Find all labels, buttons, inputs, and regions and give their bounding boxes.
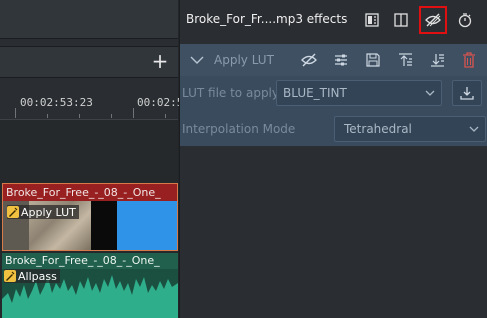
clip-effect-label: Allpass bbox=[18, 269, 57, 283]
timer-icon bbox=[458, 13, 472, 28]
effect-item-apply-lut: Apply LUT LUT file to apply BLUE_TINT In… bbox=[180, 44, 487, 146]
effect-enable-toggle[interactable] bbox=[298, 50, 320, 70]
effect-badge-icon bbox=[4, 270, 16, 282]
ruler-tick bbox=[79, 114, 80, 118]
effect-name: Apply LUT bbox=[214, 53, 274, 67]
effect-badge-icon bbox=[7, 206, 19, 218]
effect-move-down-button[interactable] bbox=[426, 50, 448, 70]
disable-effects-icon bbox=[425, 13, 441, 27]
lut-file-select[interactable]: BLUE_TINT bbox=[276, 80, 442, 106]
chevron-down-icon[interactable] bbox=[190, 53, 204, 67]
lut-load-button[interactable] bbox=[452, 80, 482, 106]
effect-move-up-button[interactable] bbox=[394, 50, 416, 70]
ruler-timecode: 00:02:53:23 bbox=[20, 96, 93, 109]
timeline-ruler[interactable]: 00:02:53:23 00:02:5 bbox=[0, 80, 183, 118]
plus-icon[interactable]: + bbox=[148, 48, 172, 74]
interpolation-mode-label: Interpolation Mode bbox=[182, 122, 296, 136]
interpolation-mode-value: Tetrahedral bbox=[344, 122, 412, 136]
clip-effect-tag[interactable]: Allpass bbox=[4, 269, 60, 283]
lut-file-label: LUT file to apply bbox=[182, 86, 279, 100]
lut-file-value: BLUE_TINT bbox=[283, 86, 347, 100]
move-up-icon bbox=[399, 53, 412, 66]
disable-effects-button[interactable] bbox=[419, 6, 447, 34]
compare-split-icon bbox=[365, 13, 379, 27]
ruler-tick bbox=[47, 114, 48, 118]
split-view-button[interactable] bbox=[389, 8, 413, 32]
audio-clip[interactable]: Broke_For_Free_-_08_-_One_ bbox=[2, 253, 178, 318]
ruler-tick bbox=[15, 108, 16, 118]
effect-stack-header: Broke_For_Fr....mp3 effects bbox=[180, 0, 487, 40]
video-clip[interactable]: Broke_For_Free_-_08_-_One_ Apply LUT bbox=[2, 183, 178, 251]
download-icon bbox=[460, 87, 474, 100]
ruler-tick bbox=[133, 108, 134, 118]
clip-thumbnail bbox=[117, 201, 177, 250]
ruler-tick bbox=[165, 114, 166, 118]
timer-button[interactable] bbox=[453, 8, 477, 32]
clip-title: Broke_For_Free_-_08_-_One_ bbox=[3, 184, 177, 201]
timeline-toolbar bbox=[0, 0, 178, 39]
compare-split-button[interactable] bbox=[360, 8, 384, 32]
ruler-tick bbox=[111, 114, 112, 118]
effect-item-header[interactable]: Apply LUT bbox=[180, 44, 487, 76]
delete-icon bbox=[463, 52, 475, 68]
ruler-timecode: 00:02:5 bbox=[137, 96, 184, 109]
clip-effect-label: Apply LUT bbox=[21, 205, 76, 219]
chevron-down-icon bbox=[425, 90, 435, 96]
chevron-down-icon bbox=[469, 126, 479, 132]
effect-stack-empty-area bbox=[180, 146, 487, 318]
effect-save-button[interactable] bbox=[362, 50, 384, 70]
effect-presets-button[interactable] bbox=[330, 50, 352, 70]
interpolation-mode-select[interactable]: Tetrahedral bbox=[334, 116, 486, 142]
save-icon bbox=[366, 53, 380, 67]
effect-stack-panel: Broke_For_Fr....mp3 effects Apply LUT LU… bbox=[179, 0, 487, 318]
sliders-icon bbox=[335, 54, 347, 66]
clip-effect-tag[interactable]: Apply LUT bbox=[7, 205, 79, 219]
visibility-off-icon bbox=[301, 53, 317, 67]
clip-title: Broke_For_Free_-_08_-_One_ bbox=[2, 253, 178, 269]
effect-delete-button[interactable] bbox=[458, 50, 480, 70]
panel-title: Broke_For_Fr....mp3 effects bbox=[186, 12, 348, 26]
clip-thumbnail bbox=[91, 201, 117, 250]
split-view-icon bbox=[394, 13, 408, 27]
move-down-icon bbox=[431, 54, 444, 67]
